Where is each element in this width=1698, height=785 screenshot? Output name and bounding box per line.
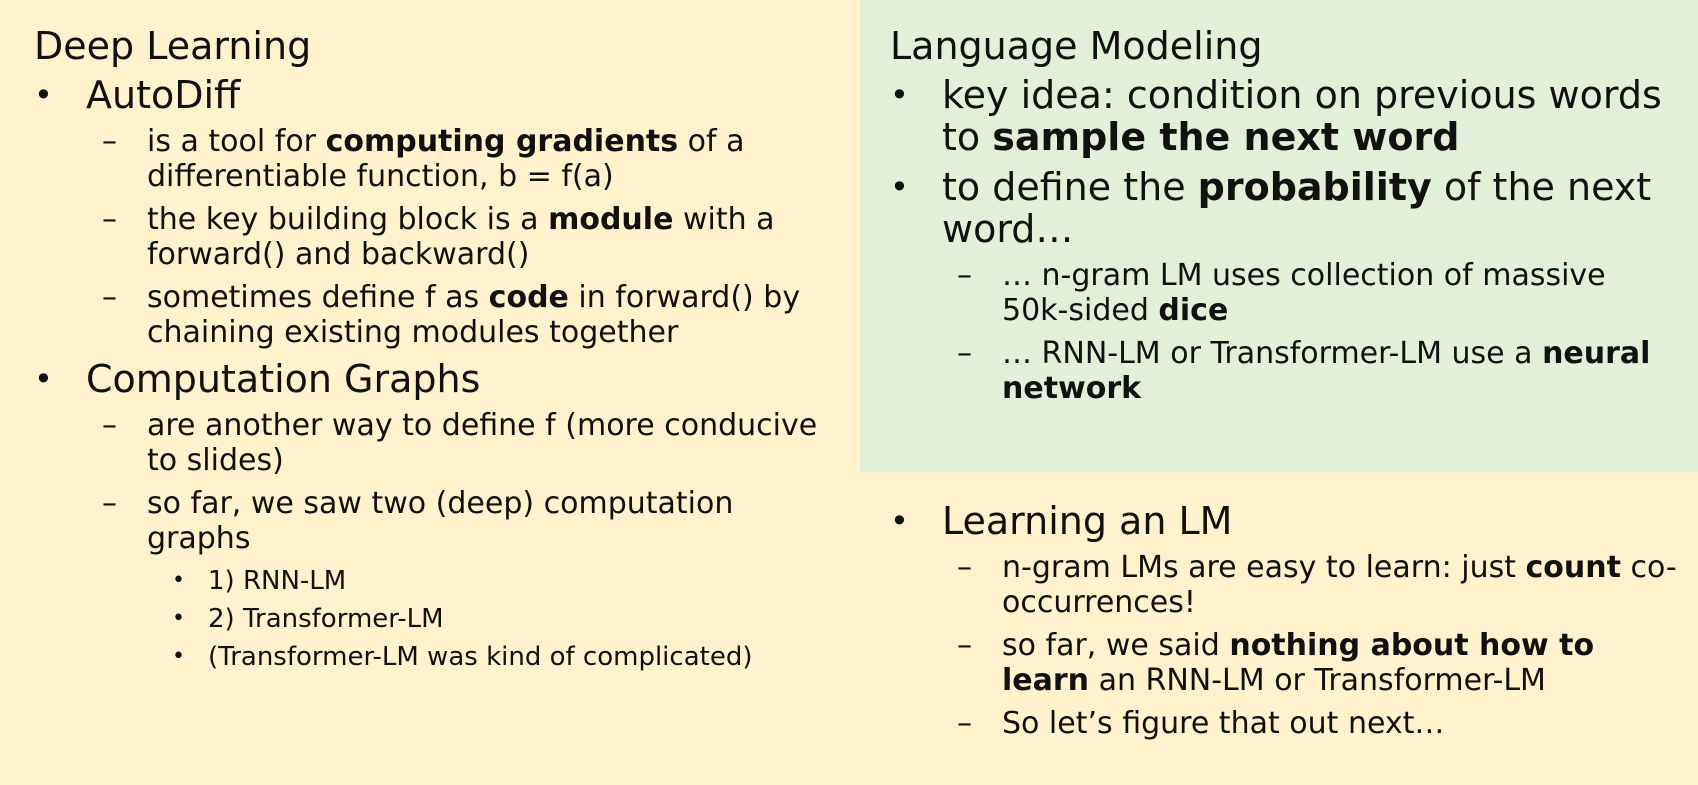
autodiff-item-2: – the key building block is a module wit… [34,202,834,272]
text: so far, we saw two (deep) computation gr… [147,486,734,556]
autodiff-title: AutoDiff [86,73,241,117]
bold-text: code [488,280,569,315]
language-modeling-column: Language Modeling • key idea: condition … [890,0,1680,414]
bullet-mark: • [890,76,909,114]
dash-mark: – [102,124,117,159]
deep-learning-list: • AutoDiff – is a tool for computing gra… [34,74,834,674]
key-idea-bullet: • key idea: condition on previous words … [890,74,1680,158]
learning-item-2: – so far, we said nothing about how to l… [890,628,1680,698]
text: to define the [942,165,1198,209]
dash-mark: – [102,202,117,237]
text: an RNN-LM or Transformer-LM [1089,663,1546,698]
dash-mark: – [957,258,972,293]
bullet-mark: • [34,360,53,398]
text: is a tool for [147,124,326,159]
neural-network-item: – … RNN-LM or Transformer-LM use a neura… [890,336,1680,406]
text: 1) RNN-LM [208,566,347,596]
graphs-subitem-3: • (Transformer-LM was kind of complicate… [34,640,834,674]
learning-item-3: – So let’s figure that out next… [890,706,1680,741]
dash-mark: – [957,628,972,663]
language-modeling-list: • key idea: condition on previous words … [890,74,1680,406]
graphs-item-2: – so far, we saw two (deep) computation … [34,486,834,556]
bold-text: sample the next word [992,115,1460,159]
language-modeling-heading: Language Modeling [890,24,1263,68]
text: … n-gram LM uses collection of massive 5… [1002,258,1606,328]
text: 2) Transformer-LM [208,604,444,634]
learning-lm-column: • Learning an LM – n-gram LMs are easy t… [890,500,1680,749]
computation-graphs-title: Computation Graphs [86,357,481,401]
dash-mark: – [102,486,117,521]
dash-mark: – [957,706,972,741]
autodiff-item-1: – is a tool for computing gradients of a… [34,124,834,194]
dot-mark: • [172,644,185,669]
dot-mark: • [172,568,185,593]
text: (Transformer-LM was kind of complicated) [208,642,753,672]
bullet-mark: • [34,76,53,114]
ngram-dice-item: – … n-gram LM uses collection of massive… [890,258,1680,328]
dash-mark: – [957,550,972,585]
computation-graphs-bullet: • Computation Graphs [34,358,834,400]
autodiff-bullet: • AutoDiff [34,74,834,116]
bold-text: module [548,202,674,237]
text: are another way to define f (more conduc… [147,408,818,478]
learning-item-1: – n-gram LMs are easy to learn: just cou… [890,550,1680,620]
bold-text: computing gradients [325,124,679,159]
bold-text: probability [1197,165,1432,209]
graphs-subitem-2: • 2) Transformer-LM [34,602,834,636]
deep-learning-column: Deep Learning • AutoDiff – is a tool for… [34,0,834,678]
probability-bullet: • to define the probability of the next … [890,166,1680,250]
graphs-item-1: – are another way to define f (more cond… [34,408,834,478]
deep-learning-heading: Deep Learning [34,24,312,68]
graphs-subitem-1: • 1) RNN-LM [34,564,834,598]
autodiff-item-3: – sometimes define f as code in forward(… [34,280,834,350]
text: sometimes define f as [147,280,489,315]
bullet-mark: • [890,168,909,206]
dash-mark: – [102,280,117,315]
bullet-mark: • [890,502,909,540]
text: the key building block is a [147,202,549,237]
text: So let’s figure that out next… [1002,706,1445,741]
text: … RNN-LM or Transformer-LM use a [1002,336,1543,371]
text: n-gram LMs are easy to learn: just [1002,550,1526,585]
text: so far, we said [1002,628,1230,663]
learning-lm-bullet: • Learning an LM [890,500,1680,542]
dot-mark: • [172,606,185,631]
learning-lm-list: • Learning an LM – n-gram LMs are easy t… [890,500,1680,741]
learning-lm-title: Learning an LM [942,499,1233,543]
bold-text: count [1525,550,1621,585]
bold-text: dice [1158,293,1229,328]
dash-mark: – [102,408,117,443]
dash-mark: – [957,336,972,371]
